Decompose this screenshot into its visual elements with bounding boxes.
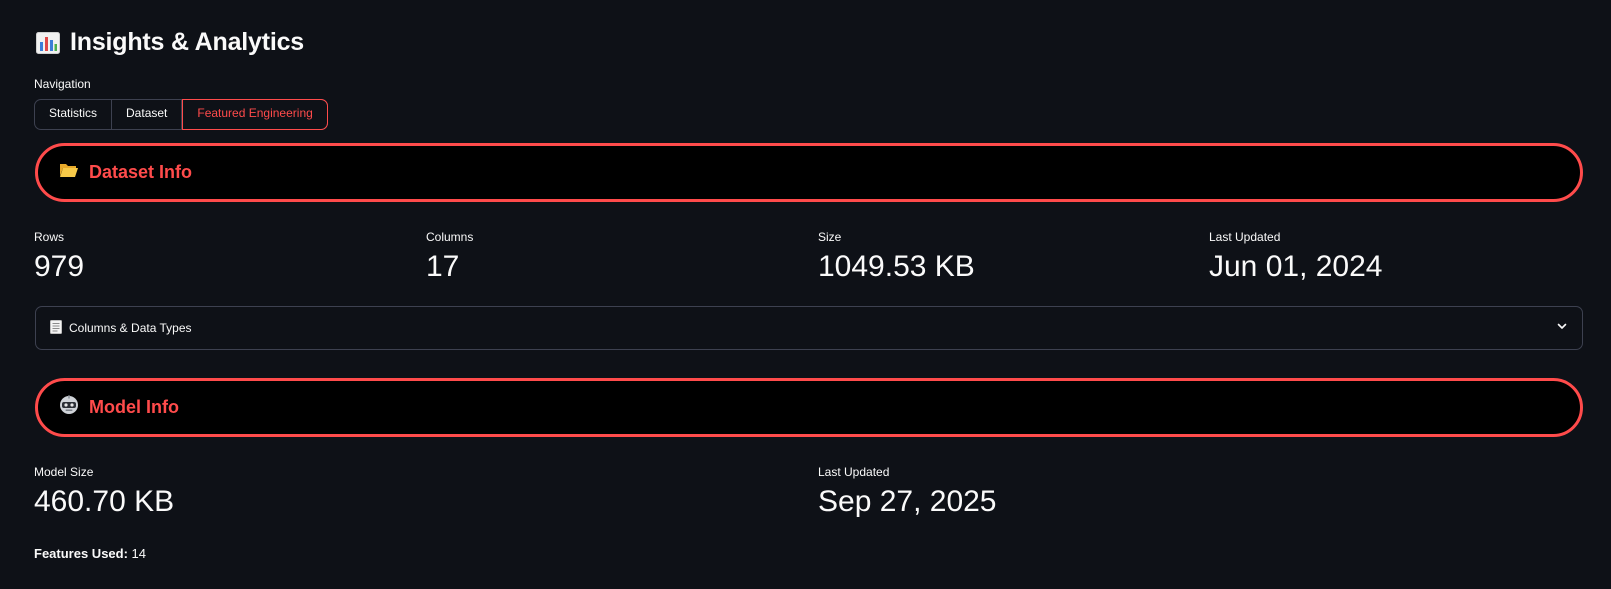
model-info-header: Model Info <box>35 378 1583 437</box>
metric-value: 17 <box>426 250 460 283</box>
bar-chart-icon <box>36 31 60 54</box>
tab-statistics[interactable]: Statistics <box>35 100 113 129</box>
expander-header: Columns & Data Types <box>50 319 192 337</box>
metric-label: Size <box>818 230 842 244</box>
app-page: Insights & Analytics Navigation Statisti… <box>0 0 1611 589</box>
expander-label: Columns & Data Types <box>69 321 192 335</box>
dataset-info-header: Dataset Info <box>35 143 1583 202</box>
metric-last-updated: Last Updated Jun 01, 2024 <box>1209 230 1382 286</box>
model-info-title: Model Info <box>89 397 179 417</box>
metric-label: Last Updated <box>818 465 890 479</box>
page-title: Insights & Analytics <box>36 28 304 57</box>
metric-columns: Columns 17 <box>426 230 473 286</box>
metric-rows: Rows 979 <box>34 230 84 286</box>
features-used-label: Features Used: <box>34 546 128 561</box>
robot-icon <box>59 395 79 420</box>
metric-value: 1049.53 KB <box>818 250 975 283</box>
features-used-value: 14 <box>131 546 147 561</box>
metric-label: Model Size <box>34 465 94 479</box>
metric-value: 979 <box>34 250 85 283</box>
navigation-tabs: Statistics Dataset Featured Engineering <box>34 99 328 130</box>
columns-data-types-expander[interactable]: Columns & Data Types <box>35 306 1583 350</box>
tab-featured-engineering[interactable]: Featured Engineering <box>182 99 328 130</box>
page-icon <box>50 319 62 337</box>
page-title-text: Insights & Analytics <box>70 28 305 56</box>
metric-value: 460.70 KB <box>34 485 175 518</box>
metric-label: Rows <box>34 230 65 244</box>
metric-model-size: Model Size 460.70 KB <box>34 465 174 521</box>
metric-label: Columns <box>426 230 474 244</box>
metric-value: Jun 01, 2024 <box>1209 250 1383 283</box>
dataset-info-title: Dataset Info <box>89 162 193 182</box>
metric-label: Last Updated <box>1209 230 1281 244</box>
navigation-label: Navigation <box>34 77 91 91</box>
tab-dataset[interactable]: Dataset <box>112 100 183 129</box>
metric-value: Sep 27, 2025 <box>818 485 997 518</box>
metric-size: Size 1049.53 KB <box>818 230 975 286</box>
features-used: Features Used: 14 <box>34 546 146 561</box>
metric-model-last-updated: Last Updated Sep 27, 2025 <box>818 465 997 521</box>
open-folder-icon <box>59 162 79 183</box>
chevron-down-icon[interactable] <box>1556 319 1568 337</box>
